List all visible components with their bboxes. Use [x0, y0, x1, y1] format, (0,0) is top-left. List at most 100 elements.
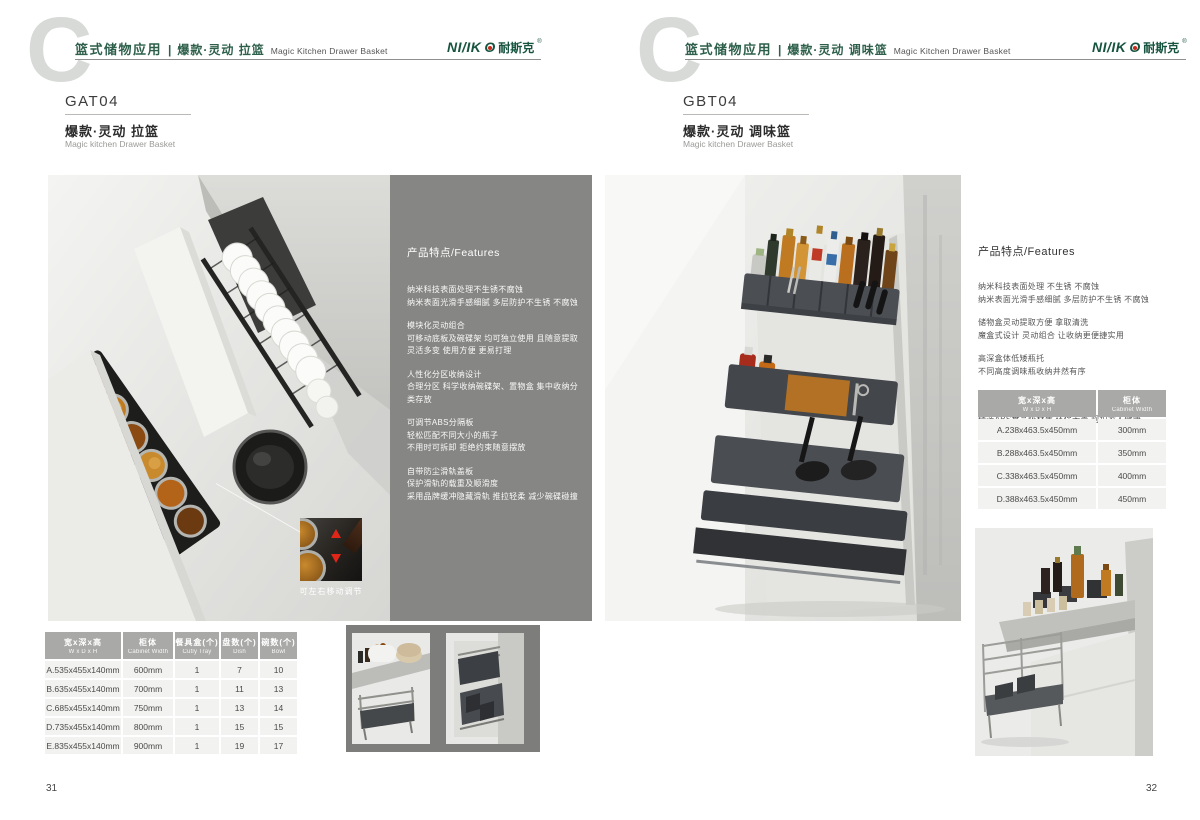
page-header-left: 篮式储物应用 | 爆款·灵动 拉篮 Magic Kitchen Drawer B…: [75, 39, 388, 58]
spec-table-gbt04: 宽x深x高W x D x H 柜体Cabinet Width A.238x463…: [978, 390, 1166, 509]
table-cell: A.535x455x140mm: [45, 661, 121, 678]
brand-logo-cn: 耐斯克: [498, 39, 534, 56]
product-name-left: 爆款·灵动 拉篮: [65, 121, 159, 140]
feature-group: 高深盒体低矮瓶托 不同高度调味瓶收纳井然有序: [978, 353, 1193, 378]
feature-line: 人性化分区收纳设计: [407, 369, 580, 382]
arrow-up-icon: [331, 529, 341, 538]
feature-line: 灵活多变 使用方便 更易打理: [407, 345, 580, 358]
brand-logo-left: NI/IK O 耐斯克 ®: [447, 39, 542, 56]
table-cell: 600mm: [123, 661, 173, 678]
detail-inset-photo: [300, 518, 362, 581]
product-name-right: 爆款·灵动 调味篮: [683, 121, 791, 140]
table-cell: 1: [175, 699, 219, 716]
table-cell: 14: [260, 699, 297, 716]
table-header-cell: 宽x深x高W x D x H: [978, 390, 1096, 417]
header-divider-left: |: [168, 43, 171, 57]
brand-logo-latin: NI/IK: [447, 39, 481, 55]
brand-logo-o-icon: O: [484, 39, 495, 55]
table-cell: 300mm: [1098, 419, 1166, 440]
spec-table-gat04: 宽x深x高W x D x H 柜体Cabinet Width 餐具盒(个)Cut…: [45, 632, 297, 754]
table-cell: 450mm: [1098, 488, 1166, 509]
table-cell: 1: [175, 737, 219, 754]
feature-line: 合理分区 科学收纳碗碟架、置物盒 集中收纳分类存放: [407, 381, 580, 406]
product-photo-gbt04: [605, 175, 961, 621]
feature-line: 可移动底板及碗碟架 均可独立使用 且随意提取: [407, 333, 580, 346]
secondary-photo-graphic: [975, 528, 1153, 756]
page-number-left: 31: [46, 783, 57, 794]
table-cell: 350mm: [1098, 442, 1166, 463]
jar-detail-icon: [300, 550, 326, 581]
header-series-en-left: Magic Kitchen Drawer Basket: [271, 46, 388, 56]
table-cell: B.635x455x140mm: [45, 680, 121, 697]
jar-detail-icon: [300, 518, 318, 550]
table-cell: E.835x455x140mm: [45, 737, 121, 754]
header-divider-right: |: [778, 43, 781, 57]
feature-line: 采用品牌缓冲隐藏滑轨 推拉轻柔 减少碗碟碰撞: [407, 491, 580, 504]
table-header-cell: 柜体Cabinet Width: [1098, 390, 1166, 417]
main-photo-block-gat04: 产品特点/Features 纳米科技表面处理不生锈不腐蚀 纳米表面光滑手感细腻 …: [48, 175, 592, 621]
feature-group: 自带防尘滑轨盖板 保护滑轨的载重及顺滑度 采用品牌缓冲隐藏滑轨 推拉轻柔 减少碗…: [407, 466, 580, 504]
secondary-photo-gbt04: [975, 528, 1153, 756]
feature-line: 不同高度调味瓶收纳井然有序: [978, 366, 1193, 379]
table-cell: 7: [221, 661, 258, 678]
table-header-cell: 宽x深x高W x D x H: [45, 632, 121, 659]
product-code-underline-left: [65, 114, 191, 115]
table-cell: C.338x463.5x450mm: [978, 465, 1096, 486]
header-series-en-right: Magic Kitchen Drawer Basket: [894, 46, 1011, 56]
feature-line: 魔盒式设计 灵动组合 让收纳更便捷实用: [978, 330, 1193, 343]
brand-logo-reg: ®: [1182, 39, 1186, 45]
product-code-underline-right: [683, 114, 809, 115]
table-cell: 400mm: [1098, 465, 1166, 486]
feature-line: 不用时可拆卸 拒绝约束随意摆放: [407, 442, 580, 455]
feature-line: 自带防尘滑轨盖板: [407, 466, 580, 479]
product-code-left: GAT04: [65, 93, 119, 110]
product-name-en-right: Magic kitchen Drawer Basket: [683, 139, 793, 149]
feature-line: 模块化灵动组合: [407, 320, 580, 333]
feature-line: 储物盒灵动提取方便 拿取清洗: [978, 317, 1193, 330]
brand-logo-o-icon: O: [1129, 39, 1140, 55]
table-cell: D.388x463.5x450mm: [978, 488, 1096, 509]
product-code-right: GBT04: [683, 93, 738, 110]
brand-logo-right: NI/IK O 耐斯克 ®: [1092, 39, 1187, 56]
feature-group: 储物盒灵动提取方便 拿取清洗 魔盒式设计 灵动组合 让收纳更便捷实用: [978, 317, 1193, 342]
table-header-cell: 碗数(个)Bowl: [260, 632, 297, 659]
table-cell: B.288x463.5x450mm: [978, 442, 1096, 463]
feature-line: 高深盒体低矮瓶托: [978, 353, 1193, 366]
table-cell: 1: [175, 680, 219, 697]
feature-line: 可调节ABS分隔板: [407, 417, 580, 430]
header-series-right: 爆款·灵动 调味篮: [787, 41, 887, 58]
table-cell: 15: [260, 718, 297, 735]
thumbnail-photo-1: [352, 633, 430, 744]
feature-line: 纳米科技表面处理 不生锈 不腐蚀: [978, 281, 1193, 294]
feature-group: 人性化分区收纳设计 合理分区 科学收纳碗碟架、置物盒 集中收纳分类存放: [407, 369, 580, 407]
page-number-right: 32: [1146, 783, 1157, 794]
table-cell: 13: [221, 699, 258, 716]
thumbnail-photo-2: [446, 633, 524, 744]
inset-caption: 可左右移动调节: [270, 586, 392, 597]
table-header-cell: 柜体Cabinet Width: [123, 632, 173, 659]
table-cell: 1: [175, 718, 219, 735]
main-photo-block-gbt04: [605, 175, 961, 621]
header-category-left: 篮式储物应用: [75, 39, 162, 58]
header-rule-left: [75, 59, 541, 60]
brand-logo-cn: 耐斯克: [1143, 39, 1179, 56]
table-cell: 15: [221, 718, 258, 735]
feature-group: 模块化灵动组合 可移动底板及碗碟架 均可独立使用 且随意提取 灵活多变 使用方便…: [407, 320, 580, 358]
feature-line: 纳米表面光滑手感细腻 多层防护不生锈 不腐蚀: [978, 294, 1193, 307]
table-cell: 1: [175, 661, 219, 678]
brand-logo-reg: ®: [537, 39, 541, 45]
header-rule-right: [685, 59, 1186, 60]
table-cell: A.238x463.5x450mm: [978, 419, 1096, 440]
table-cell: C.685x455x140mm: [45, 699, 121, 716]
table-cell: 19: [221, 737, 258, 754]
table-cell: 800mm: [123, 718, 173, 735]
table-header-cell: 盘数(个)Dish: [221, 632, 258, 659]
thumbnail-1-graphic: [352, 633, 430, 744]
header-category-right: 篮式储物应用: [685, 39, 772, 58]
table-cell: 700mm: [123, 680, 173, 697]
brand-logo-latin: NI/IK: [1092, 39, 1126, 55]
page-header-right: 篮式储物应用 | 爆款·灵动 调味篮 Magic Kitchen Drawer …: [685, 39, 1011, 58]
feature-line: 轻松匹配不同大小的瓶子: [407, 430, 580, 443]
utensil-handle-icon: [343, 518, 362, 553]
product-name-en-left: Magic kitchen Drawer Basket: [65, 139, 175, 149]
